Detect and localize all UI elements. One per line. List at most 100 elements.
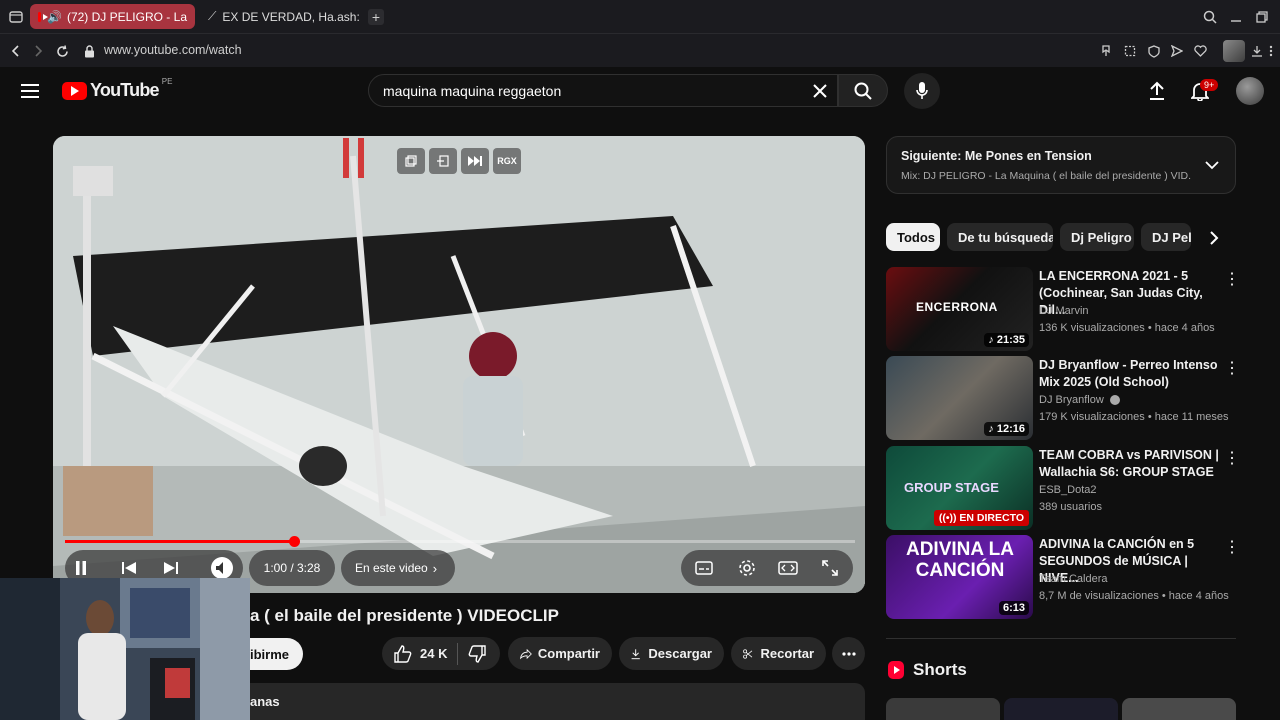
recommendation-item[interactable]: ENCERRONA ♪ 21:35 LA ENCERRONA 2021 - 5 …: [886, 267, 1240, 351]
chapters-button[interactable]: En este video ›: [341, 550, 455, 586]
recommendation-item[interactable]: ADIVINA LA CANCIÓN 6:13 ADIVINA la CANCI…: [886, 535, 1240, 619]
thumbnail-text: ENCERRONA: [916, 300, 998, 314]
video-meta: 136 K visualizaciones • hace 4 años: [1039, 322, 1215, 334]
clear-search-icon[interactable]: [810, 81, 830, 101]
account-avatar[interactable]: [1236, 77, 1264, 105]
more-actions-icon[interactable]: [832, 637, 865, 670]
share-button[interactable]: Compartir: [508, 637, 612, 670]
back-icon[interactable]: [8, 43, 24, 59]
video-title[interactable]: DJ Bryanflow - Perreo Intenso Mix 2025 (…: [1039, 357, 1219, 391]
search-icon[interactable]: [1202, 9, 1218, 25]
search-button[interactable]: [838, 74, 888, 107]
reload-icon[interactable]: [54, 43, 70, 59]
heart-icon[interactable]: [1192, 43, 1208, 59]
recommendation-item[interactable]: ♪ 12:16 DJ Bryanflow - Perreo Intenso Mi…: [886, 356, 1240, 440]
speaker-icon[interactable]: 🔊: [47, 10, 62, 24]
video-frame: [53, 136, 865, 593]
thumbs-down-icon: [469, 644, 487, 663]
video-player[interactable]: RGX 1:00 / 3:28 En este video ›: [53, 136, 865, 593]
tab-youtube[interactable]: 🔊 (72) DJ PELIGRO - La: [30, 4, 195, 29]
download-icon[interactable]: [1250, 43, 1264, 59]
thumbnail-text: ADIVINA LA CANCIÓN: [905, 539, 1015, 581]
short-thumbnail[interactable]: [886, 698, 1000, 720]
chevron-right-icon: ›: [432, 560, 438, 576]
enter-icon[interactable]: [429, 148, 457, 174]
thumbnail-text: GROUP STAGE: [904, 480, 999, 495]
more-options-icon[interactable]: ⋮: [1224, 360, 1240, 378]
thumbnail[interactable]: ♪ 12:16: [886, 356, 1033, 440]
verified-icon: [1109, 395, 1120, 406]
send-icon[interactable]: [1169, 43, 1185, 59]
upload-icon[interactable]: [1139, 73, 1175, 109]
more-options-icon[interactable]: ⋮: [1224, 450, 1240, 468]
search-icon: [854, 82, 872, 100]
skip-forward-icon[interactable]: [461, 148, 489, 174]
channel-name[interactable]: ESB_Dota2: [1039, 484, 1096, 496]
tab-label: EX DE VERDAD, Ha.ash: A: [222, 9, 360, 24]
voice-search-button[interactable]: [904, 73, 940, 109]
dislike-button[interactable]: [468, 644, 487, 663]
chip-dj-peligro[interactable]: Dj Peligro: [1060, 223, 1134, 251]
share-label: Compartir: [537, 646, 600, 661]
next-icon[interactable]: [161, 558, 181, 578]
new-tab-button[interactable]: +: [368, 9, 384, 25]
youtube-logo[interactable]: YouTube PE: [62, 77, 172, 101]
download-button[interactable]: Descargar: [619, 637, 724, 670]
next-up-panel[interactable]: Siguiente: Me Pones en Tension Mix: DJ P…: [886, 136, 1236, 194]
notifications-badge: 9+: [1200, 79, 1219, 91]
minimize-icon[interactable]: [1228, 9, 1244, 25]
download-icon: [631, 648, 640, 659]
search-input[interactable]: maquina maquina reggaeton: [368, 74, 838, 107]
clip-button[interactable]: Recortar: [731, 637, 826, 670]
chevron-down-icon[interactable]: [1205, 157, 1219, 175]
shorts-label: Shorts: [913, 660, 967, 679]
thumbs-up-icon: [394, 644, 412, 663]
channel-name[interactable]: Team Caldera: [1039, 573, 1107, 585]
lock-icon[interactable]: [81, 43, 97, 59]
chevron-right-icon[interactable]: [1203, 227, 1225, 249]
chip-all[interactable]: Todos: [886, 223, 940, 251]
description-text: anas: [250, 694, 280, 709]
video-title[interactable]: TEAM COBRA vs PARIVISON | Wallachia S6: …: [1039, 447, 1219, 481]
thumbnail[interactable]: ADIVINA LA CANCIÓN 6:13: [886, 535, 1033, 619]
short-thumbnail[interactable]: [1122, 698, 1236, 720]
more-options-icon[interactable]: ⋮: [1224, 539, 1240, 557]
tab-menu-icon[interactable]: [8, 9, 24, 25]
volume-icon[interactable]: [211, 557, 233, 579]
subtitles-icon[interactable]: [693, 558, 715, 578]
extension-pin-icon[interactable]: [1098, 43, 1114, 59]
chip-dj-peli[interactable]: DJ Peli: [1141, 223, 1191, 251]
menu-more-icon[interactable]: [1266, 43, 1276, 59]
popout-icon[interactable]: [397, 148, 425, 174]
settings-gear-icon[interactable]: [736, 558, 758, 578]
short-thumbnail[interactable]: [1004, 698, 1118, 720]
pause-icon[interactable]: [71, 558, 91, 578]
more-options-icon[interactable]: ⋮: [1224, 271, 1240, 289]
hamburger-menu-icon[interactable]: [12, 73, 48, 109]
next-up-title: Siguiente: Me Pones en Tension: [901, 149, 1092, 163]
forward-icon[interactable]: [30, 43, 46, 59]
tab-second[interactable]: ⟋ EX DE VERDAD, Ha.ash: A: [200, 4, 360, 29]
url-field[interactable]: www.youtube.com/watch: [104, 43, 242, 57]
like-button[interactable]: 24 K: [394, 644, 447, 663]
progress-fill: [65, 540, 295, 543]
previous-icon[interactable]: [119, 558, 139, 578]
microphone-icon: [916, 82, 928, 99]
rgx-button[interactable]: RGX: [493, 148, 521, 174]
fullscreen-icon[interactable]: [819, 558, 841, 578]
channel-name[interactable]: DJ Bryanflow: [1039, 394, 1120, 406]
recommendation-item[interactable]: GROUP STAGE ((•)) EN DIRECTO TEAM COBRA …: [886, 446, 1240, 530]
thumbnail[interactable]: GROUP STAGE ((•)) EN DIRECTO: [886, 446, 1033, 530]
youtube-favicon-icon: [38, 11, 48, 22]
restore-icon[interactable]: [1254, 9, 1270, 25]
chip-from-search[interactable]: De tu búsqueda: [947, 223, 1053, 251]
screenshot-icon[interactable]: [1122, 43, 1138, 59]
profile-avatar[interactable]: [1223, 40, 1245, 62]
time-display: 1:00 / 3:28: [249, 550, 335, 586]
description-box[interactable]: [210, 683, 865, 720]
channel-name[interactable]: DJ Marvin: [1039, 305, 1089, 317]
clip-label: Recortar: [760, 646, 814, 661]
shield-icon[interactable]: [1146, 43, 1162, 59]
thumbnail[interactable]: ENCERRONA ♪ 21:35: [886, 267, 1033, 351]
theater-mode-icon[interactable]: [777, 558, 799, 578]
